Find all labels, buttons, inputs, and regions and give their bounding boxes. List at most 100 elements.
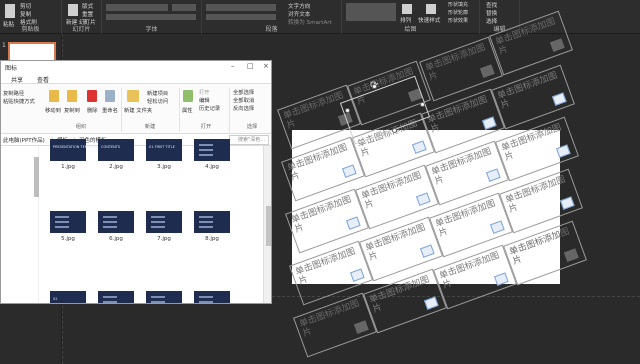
font-name-field[interactable]: [106, 4, 168, 11]
new-folder-label[interactable]: 新建 文件夹: [124, 106, 152, 114]
picture-icon[interactable]: [419, 244, 435, 258]
file-item[interactable]: 8.jpg: [193, 211, 231, 242]
arrange-button[interactable]: 排列: [400, 16, 411, 24]
open-button[interactable]: 打开: [199, 88, 210, 96]
copy-to-label[interactable]: 复制到: [64, 106, 80, 114]
resize-handle[interactable]: [372, 84, 377, 89]
select-none-button[interactable]: 全部取消: [233, 96, 254, 104]
history-button[interactable]: 历史记录: [199, 104, 220, 112]
file-item[interactable]: 01 FIRST TITLE 3.jpg: [145, 139, 183, 170]
font-size-field[interactable]: [172, 4, 196, 11]
file-scrollbar[interactable]: [263, 146, 271, 303]
minimize-icon[interactable]: –: [231, 62, 235, 70]
delete-icon[interactable]: [87, 90, 97, 102]
picture-icon[interactable]: [415, 192, 431, 206]
new-folder-icon[interactable]: [127, 90, 139, 102]
picture-icon[interactable]: [559, 196, 575, 210]
picture-icon[interactable]: [411, 140, 427, 154]
file-item[interactable]: 029.jpg: [49, 291, 87, 303]
scrollbar-thumb[interactable]: [266, 206, 271, 246]
delete-label[interactable]: 删除: [87, 106, 98, 114]
picture-icon[interactable]: [485, 168, 501, 182]
quick-styles-button[interactable]: 快速样式: [418, 16, 440, 24]
file-thumbnail[interactable]: PRESENTATION TEMPLATE: [50, 139, 98, 161]
file-thumbnail[interactable]: 01 FIRST TITLE: [146, 139, 182, 161]
quick-styles-icon[interactable]: [426, 4, 436, 14]
file-thumbnail[interactable]: [146, 211, 182, 233]
file-thumbnail[interactable]: CONTENTS: [98, 139, 134, 161]
file-thumbnail[interactable]: [50, 211, 86, 233]
picture-icon[interactable]: [555, 144, 571, 158]
align-buttons[interactable]: [206, 14, 276, 20]
picture-icon[interactable]: [479, 64, 495, 78]
copy-button[interactable]: 复制: [20, 10, 31, 18]
file-item[interactable]: 12.jpg: [193, 291, 231, 303]
edit-button[interactable]: 编辑: [199, 96, 210, 104]
picture-icon[interactable]: [563, 248, 579, 262]
font-format-buttons[interactable]: [106, 14, 196, 20]
rename-icon[interactable]: [105, 90, 115, 102]
cut-button[interactable]: 剪切: [20, 2, 31, 10]
file-thumbnail[interactable]: [98, 211, 134, 233]
move-to-icon[interactable]: [49, 90, 59, 102]
file-item[interactable]: CONTENTS 2.jpg: [97, 139, 135, 170]
resize-handle[interactable]: [420, 102, 425, 107]
address-bar[interactable]: 此电脑(PPT作品) › 模板 › 深色的模板 搜索"深色...: [1, 134, 271, 146]
resize-handle[interactable]: [345, 108, 350, 113]
new-item-button[interactable]: 新建项目: [147, 89, 168, 97]
picture-icon[interactable]: [551, 92, 567, 106]
picture-icon[interactable]: [341, 164, 357, 178]
breadcrumb-root[interactable]: 此电脑(PPT作品): [3, 136, 45, 144]
copy-path-button[interactable]: 复制路径: [3, 89, 24, 97]
picture-icon[interactable]: [493, 272, 509, 286]
properties-icon[interactable]: [183, 90, 193, 102]
find-button[interactable]: 查找: [486, 1, 497, 9]
file-thumbnail[interactable]: [194, 139, 230, 161]
align-text-button[interactable]: 对齐文本: [288, 10, 310, 18]
picture-icon[interactable]: [423, 296, 439, 310]
reset-button[interactable]: 重置: [82, 10, 93, 18]
maximize-icon[interactable]: □: [247, 62, 254, 70]
file-thumbnail[interactable]: [146, 291, 182, 303]
close-icon[interactable]: ×: [263, 62, 269, 70]
copy-to-icon[interactable]: [67, 90, 77, 102]
picture-icon[interactable]: [353, 320, 369, 334]
rename-label[interactable]: 重命名: [102, 106, 118, 114]
picture-icon[interactable]: [549, 38, 565, 52]
move-to-label[interactable]: 移动到: [45, 106, 61, 114]
picture-icon[interactable]: [345, 216, 361, 230]
new-slide-icon[interactable]: [68, 4, 78, 16]
shape-effects-button[interactable]: 形状效果: [448, 17, 468, 24]
file-item[interactable]: 11.jpg: [145, 291, 183, 303]
file-item[interactable]: 6.jpg: [97, 211, 135, 242]
file-item[interactable]: 5.jpg: [49, 211, 87, 242]
file-thumbnail[interactable]: [194, 291, 230, 303]
select-all-button[interactable]: 全部选择: [233, 88, 254, 96]
paste-icon[interactable]: [5, 4, 15, 18]
tab-share[interactable]: 共享: [11, 75, 23, 84]
nav-scrollbar[interactable]: [34, 157, 39, 197]
file-item[interactable]: 7.jpg: [145, 211, 183, 242]
file-explorer-window[interactable]: 图标 – □ × 共享 查看 复制路径 粘贴快捷方式 移动到 复制到 删除 重命…: [0, 60, 272, 304]
resize-handle[interactable]: [392, 128, 397, 133]
picture-icon[interactable]: [489, 220, 505, 234]
arrange-icon[interactable]: [402, 4, 412, 14]
search-input[interactable]: 搜索"深色...: [229, 135, 269, 145]
list-buttons[interactable]: [206, 4, 276, 11]
picture-icon[interactable]: [481, 116, 497, 130]
shapes-gallery[interactable]: [346, 3, 396, 21]
tab-view[interactable]: 查看: [37, 75, 49, 84]
paste-shortcut-button[interactable]: 粘贴快捷方式: [3, 97, 35, 105]
file-thumbnail[interactable]: [98, 291, 134, 303]
replace-button[interactable]: 替换: [486, 9, 497, 17]
file-thumbnail[interactable]: 02: [50, 291, 86, 303]
file-item[interactable]: 10.jpg: [97, 291, 135, 303]
invert-selection-button[interactable]: 反向选择: [233, 104, 254, 112]
easy-access-button[interactable]: 轻松访问: [147, 97, 168, 105]
properties-label[interactable]: 属性: [182, 106, 193, 114]
layout-button[interactable]: 版式: [82, 2, 93, 10]
picture-icon[interactable]: [349, 268, 365, 282]
shape-fill-button[interactable]: 形状填充: [448, 1, 468, 8]
shape-outline-button[interactable]: 形状轮廓: [448, 9, 468, 16]
file-item[interactable]: 4.jpg: [193, 139, 231, 170]
